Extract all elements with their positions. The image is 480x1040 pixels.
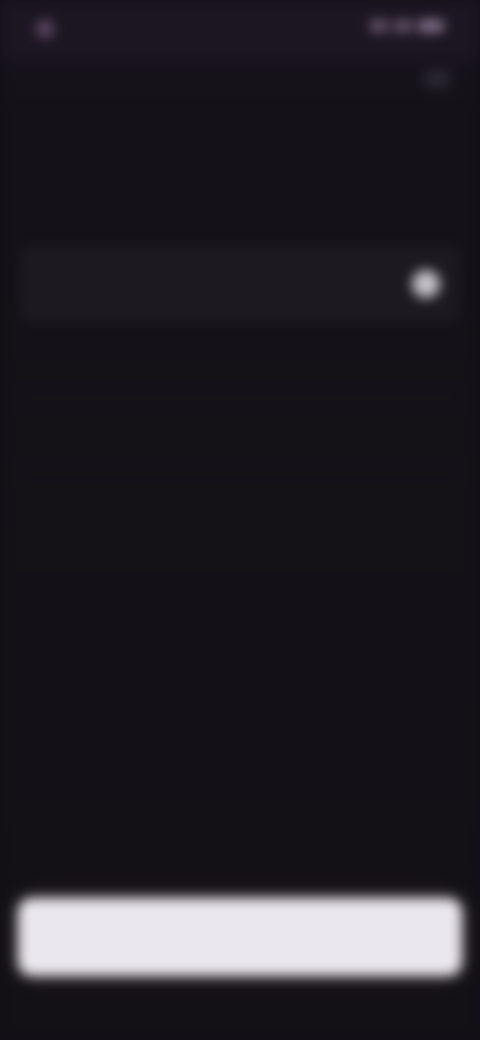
primary-cta-button[interactable] [18, 898, 462, 976]
radio-selected-icon[interactable] [412, 270, 440, 298]
top-action-button[interactable] [424, 70, 450, 88]
profile-dot-icon [36, 20, 54, 38]
signal-icon [370, 20, 388, 32]
option-item-2[interactable] [20, 322, 460, 398]
status-left [36, 20, 62, 38]
status-right [370, 20, 444, 32]
wifi-icon [394, 20, 412, 32]
option-list [20, 246, 460, 474]
status-bar [0, 0, 480, 60]
option-item-1[interactable] [20, 246, 460, 322]
option-item-3[interactable] [20, 398, 460, 474]
battery-icon [418, 20, 444, 32]
app-screen [0, 0, 480, 1040]
